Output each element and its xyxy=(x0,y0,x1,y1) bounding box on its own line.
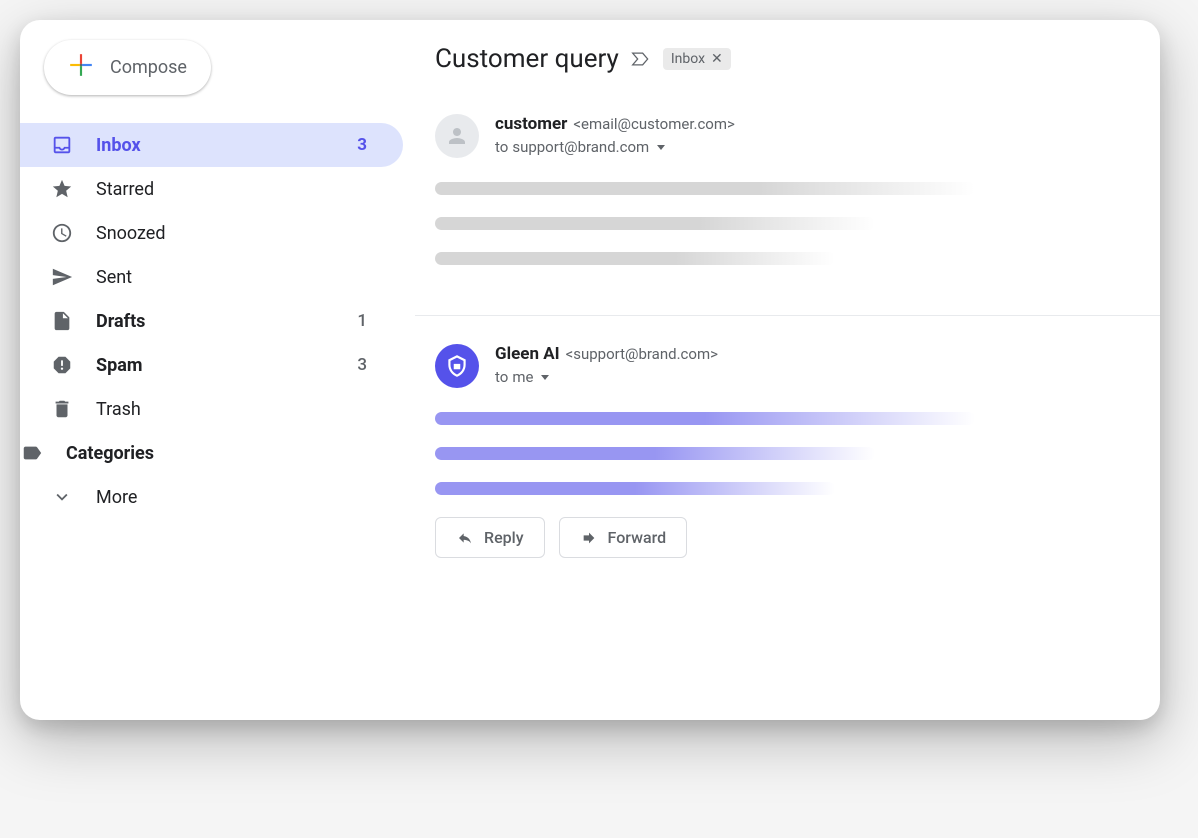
reply-label: Reply xyxy=(484,528,524,547)
email-client-window: Compose Inbox 3 Starred Snoozed Sent xyxy=(20,20,1160,720)
avatar xyxy=(435,114,479,158)
sender-info: customer <email@customer.com> to support… xyxy=(495,114,735,158)
skeleton-line xyxy=(435,412,975,425)
clock-icon xyxy=(50,221,74,245)
message-header: Gleen AI <support@brand.com> to me xyxy=(435,344,1160,388)
sidebar: Compose Inbox 3 Starred Snoozed Sent xyxy=(20,20,415,720)
message-header: customer <email@customer.com> to support… xyxy=(435,114,1160,158)
plus-icon xyxy=(68,52,94,83)
label-chip-text: Inbox xyxy=(671,51,705,67)
chevron-down-icon xyxy=(657,145,665,150)
sidebar-item-inbox[interactable]: Inbox 3 xyxy=(20,123,403,167)
avatar xyxy=(435,344,479,388)
sidebar-item-snoozed[interactable]: Snoozed xyxy=(20,211,403,255)
recipient: support@brand.com xyxy=(512,138,649,156)
sender-email: <email@customer.com> xyxy=(573,115,734,133)
recipient-prefix: to xyxy=(495,368,508,386)
sidebar-item-count: 3 xyxy=(357,135,379,155)
recipient-line[interactable]: to me xyxy=(495,368,718,386)
sidebar-item-sent[interactable]: Sent xyxy=(20,255,403,299)
trash-icon xyxy=(50,397,74,421)
reply-icon xyxy=(456,530,474,546)
email-message: customer <email@customer.com> to support… xyxy=(415,114,1160,315)
sender-email: <support@brand.com> xyxy=(566,345,718,363)
forward-button[interactable]: Forward xyxy=(559,517,688,558)
sidebar-item-label: Drafts xyxy=(96,311,335,332)
message-body-placeholder xyxy=(435,412,1160,495)
sidebar-item-more[interactable]: More xyxy=(20,475,403,519)
sidebar-item-label: Snoozed xyxy=(96,223,379,244)
email-thread-pane: Customer query Inbox ✕ customer <email@c… xyxy=(415,20,1160,720)
sender-name: customer xyxy=(495,114,567,134)
inbox-label-chip[interactable]: Inbox ✕ xyxy=(663,48,731,70)
recipient-line[interactable]: to support@brand.com xyxy=(495,138,735,156)
sender-info: Gleen AI <support@brand.com> to me xyxy=(495,344,718,388)
subject-row: Customer query Inbox ✕ xyxy=(415,44,1160,74)
skeleton-line xyxy=(435,447,875,460)
reply-button[interactable]: Reply xyxy=(435,517,545,558)
close-icon[interactable]: ✕ xyxy=(711,51,723,67)
chevron-down-icon xyxy=(50,485,74,509)
reply-actions: Reply Forward xyxy=(435,517,1160,558)
sidebar-item-label: Starred xyxy=(96,179,379,200)
skeleton-line xyxy=(435,182,975,195)
sidebar-item-starred[interactable]: Starred xyxy=(20,167,403,211)
sidebar-item-count: 1 xyxy=(357,311,379,331)
folder-list: Inbox 3 Starred Snoozed Sent Drafts 1 xyxy=(20,123,415,519)
chevron-down-icon xyxy=(541,375,549,380)
email-subject: Customer query xyxy=(435,44,619,74)
sender-name: Gleen AI xyxy=(495,344,560,364)
recipient: me xyxy=(512,368,533,386)
file-icon xyxy=(50,309,74,333)
skeleton-line xyxy=(435,252,835,265)
sidebar-item-label: Trash xyxy=(96,399,379,420)
sidebar-item-trash[interactable]: Trash xyxy=(20,387,403,431)
email-message: Gleen AI <support@brand.com> to me xyxy=(415,344,1160,586)
skeleton-line xyxy=(435,217,875,230)
skeleton-line xyxy=(435,482,835,495)
sidebar-item-drafts[interactable]: Drafts 1 xyxy=(20,299,403,343)
compose-button[interactable]: Compose xyxy=(44,40,211,95)
send-icon xyxy=(50,265,74,289)
inbox-icon xyxy=(50,133,74,157)
message-divider xyxy=(415,315,1160,316)
sidebar-item-categories[interactable]: Categories xyxy=(20,431,403,475)
sidebar-item-count: 3 xyxy=(357,355,379,375)
sidebar-item-label: More xyxy=(96,487,379,508)
label-icon xyxy=(20,441,44,465)
compose-label: Compose xyxy=(110,57,187,78)
sidebar-item-label: Sent xyxy=(96,267,379,288)
spam-icon xyxy=(50,353,74,377)
sidebar-item-spam[interactable]: Spam 3 xyxy=(20,343,403,387)
sidebar-item-label: Spam xyxy=(96,355,335,376)
recipient-prefix: to xyxy=(495,138,508,156)
star-icon xyxy=(50,177,74,201)
message-body-placeholder xyxy=(435,182,1160,265)
forward-icon xyxy=(580,530,598,546)
important-marker-icon[interactable] xyxy=(631,50,651,68)
sidebar-item-label: Inbox xyxy=(96,135,335,156)
sidebar-item-label: Categories xyxy=(66,443,379,464)
forward-label: Forward xyxy=(608,528,667,547)
